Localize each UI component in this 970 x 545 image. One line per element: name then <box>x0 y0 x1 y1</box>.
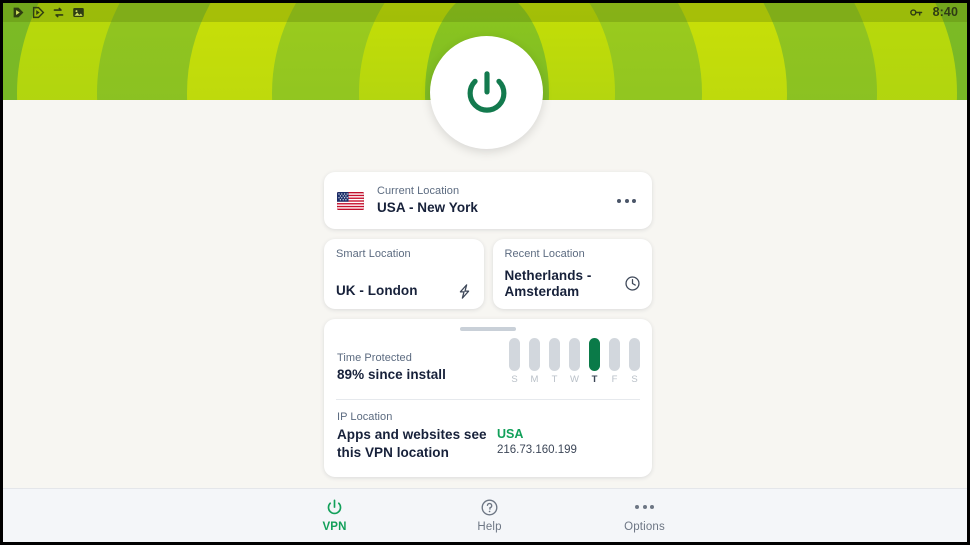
current-location-card[interactable]: Current Location USA - New York <box>324 172 652 229</box>
media-play-outline-icon[interactable] <box>32 6 45 19</box>
chart-day-4: T <box>589 338 600 385</box>
chart-day-label: F <box>611 374 618 385</box>
question-circle-icon <box>481 499 498 516</box>
ip-location-values: USA 216.73.160.199 <box>497 411 577 463</box>
smart-location-card[interactable]: Smart Location UK - London <box>324 239 484 309</box>
recent-location-label: Recent Location <box>504 248 585 260</box>
chart-day-6: S <box>629 338 640 385</box>
current-location-text: Current Location USA - New York <box>377 185 478 216</box>
chart-day-0: S <box>509 338 520 385</box>
recent-location-card[interactable]: Recent Location Netherlands - Amsterdam <box>492 239 652 309</box>
ip-location-section: IP Location Apps and websites see this V… <box>324 400 652 477</box>
smart-location-label: Smart Location <box>336 248 411 260</box>
time-protected-text: Time Protected 89% since install <box>337 352 446 385</box>
power-icon <box>467 70 506 113</box>
nav-item-options[interactable]: Options <box>567 498 722 534</box>
ip-location-label: IP Location <box>337 410 393 423</box>
chart-day-2: T <box>549 338 560 385</box>
overflow-menu-icon <box>635 498 654 517</box>
weekly-protection-chart: S M T W T F S <box>509 338 640 385</box>
nav-item-help[interactable]: Help <box>412 498 567 534</box>
chart-day-label: S <box>631 374 638 385</box>
nav-item-vpn[interactable]: VPN <box>257 498 412 534</box>
chart-day-label: S <box>511 374 518 385</box>
status-bar: 8:40 <box>3 3 967 22</box>
chart-day-label: M <box>530 374 539 385</box>
ip-location-text: IP Location Apps and websites see this V… <box>337 411 497 463</box>
smart-location-value: UK - London <box>336 283 418 299</box>
status-bar-left-icons <box>12 6 85 19</box>
location-shortcuts-row: Smart Location UK - London Recent Locati… <box>324 239 652 309</box>
chart-bar <box>549 338 560 371</box>
current-location-value: USA - New York <box>377 199 478 215</box>
time-protected-section: Time Protected 89% since install S M T W… <box>324 331 652 399</box>
nav-label-options: Options <box>624 520 665 533</box>
time-protected-value: 89% since install <box>337 367 446 383</box>
power-icon <box>327 499 342 515</box>
bottom-navigation-bar: VPN Help Options <box>3 488 967 542</box>
ip-location-description: Apps and websites see this VPN location <box>337 427 487 461</box>
chart-bar <box>609 338 620 371</box>
clock-icon <box>625 276 640 291</box>
lightning-bolt-icon <box>459 284 469 299</box>
stats-card: Time Protected 89% since install S M T W… <box>324 319 652 477</box>
image-icon[interactable] <box>72 6 85 19</box>
chart-bar <box>529 338 540 371</box>
ip-address: 216.73.160.199 <box>497 443 577 456</box>
usa-flag-icon <box>337 191 364 210</box>
current-location-label: Current Location <box>377 185 460 198</box>
time-protected-label: Time Protected <box>337 351 412 364</box>
sync-arrows-icon[interactable] <box>52 6 65 19</box>
chart-day-1: M <box>529 338 540 385</box>
status-bar-right: 8:40 <box>909 5 958 20</box>
status-bar-clock: 8:40 <box>932 5 958 20</box>
media-play-icon[interactable] <box>12 6 25 19</box>
chart-bar <box>509 338 520 371</box>
vpn-power-button[interactable] <box>430 36 543 149</box>
chart-bar <box>629 338 640 371</box>
chart-day-label: T <box>591 374 598 385</box>
overflow-menu-icon[interactable] <box>615 193 638 209</box>
chart-day-label: W <box>570 374 579 385</box>
nav-label-vpn: VPN <box>322 520 347 533</box>
recent-location-value: Netherlands - Amsterdam <box>504 267 592 299</box>
chart-day-label: T <box>551 374 558 385</box>
vpn-key-icon <box>909 9 922 16</box>
ip-country: USA <box>497 426 524 441</box>
chart-bar-active <box>589 338 600 371</box>
vpn-app-window: 8:40 Current Location USA - New York Sma… <box>0 0 970 545</box>
cards-column: Current Location USA - New York Smart Lo… <box>324 172 652 477</box>
chart-day-5: F <box>609 338 620 385</box>
chart-day-3: W <box>569 338 580 385</box>
nav-label-help: Help <box>477 520 502 533</box>
chart-bar <box>569 338 580 371</box>
